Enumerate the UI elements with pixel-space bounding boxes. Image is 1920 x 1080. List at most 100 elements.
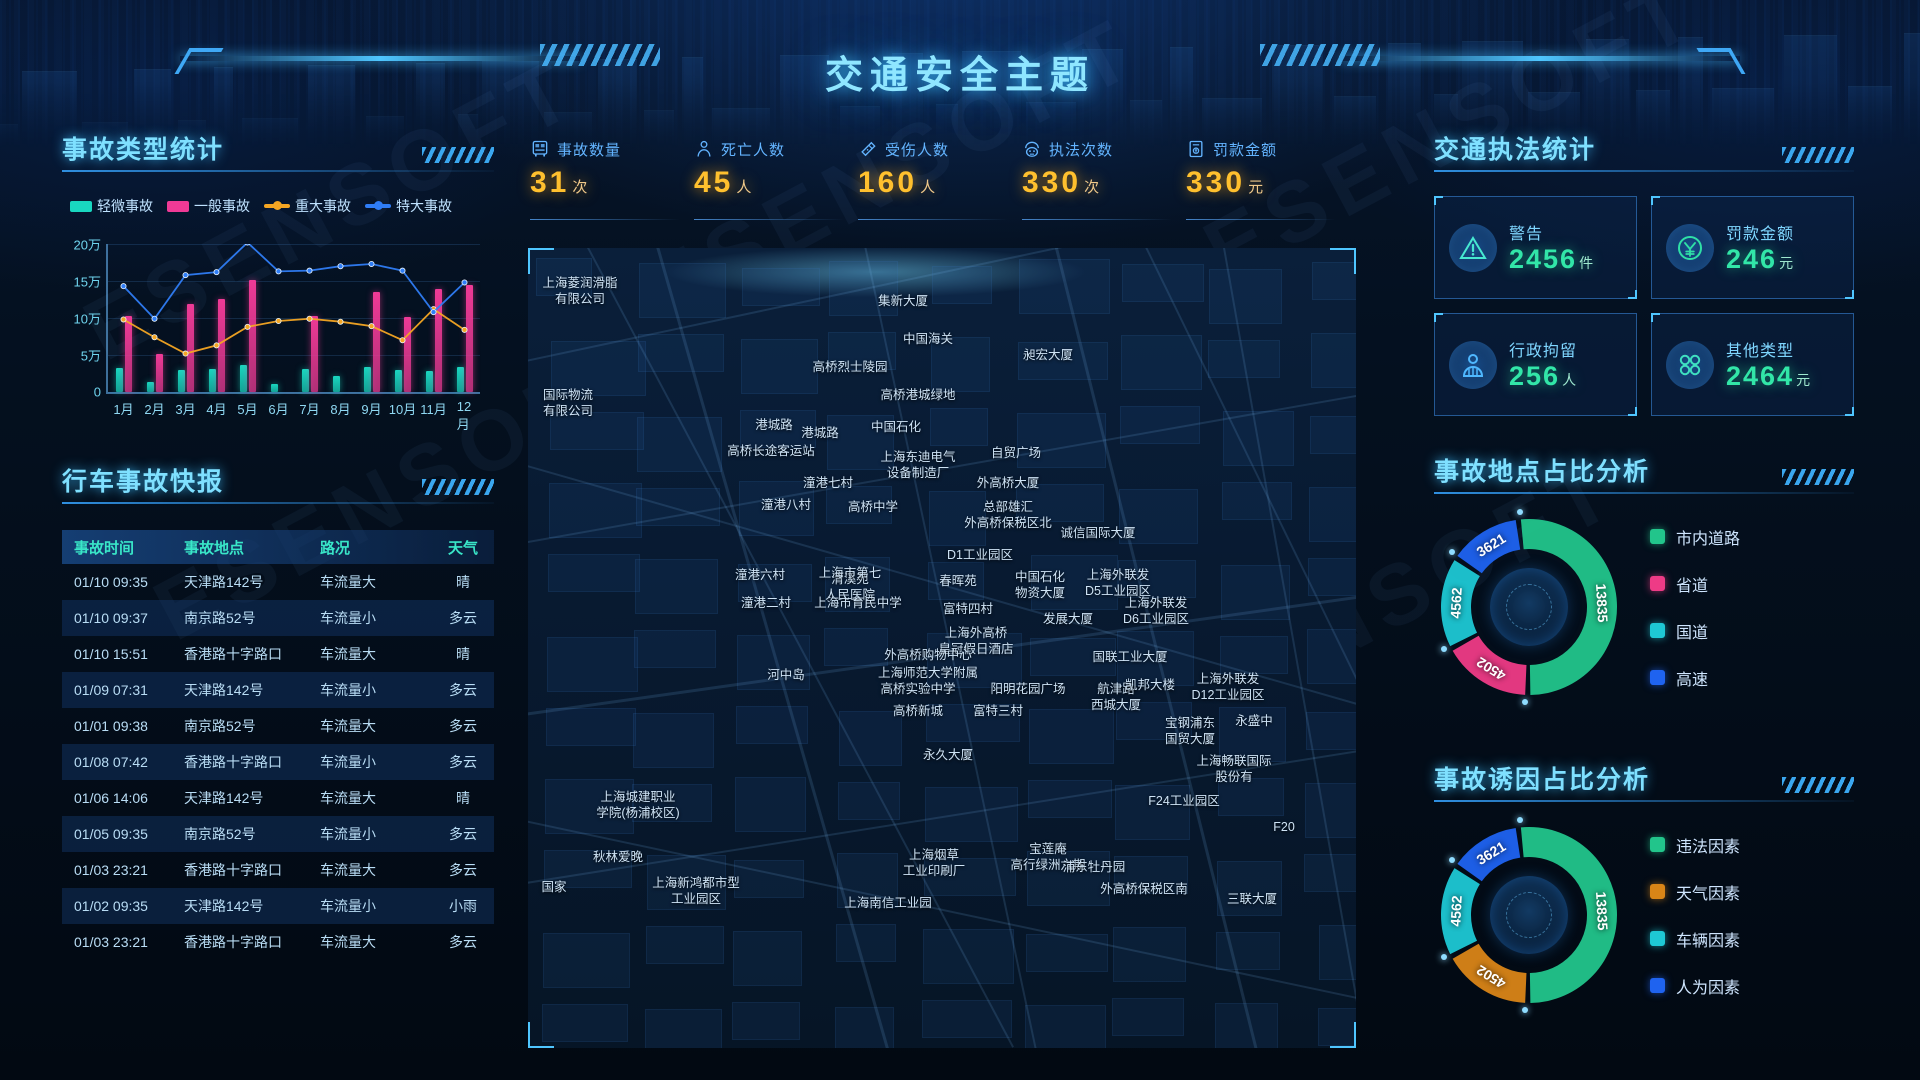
kpi-label: 事故数量: [557, 141, 622, 159]
kpi-header: 受伤人数: [858, 136, 1022, 162]
map-place-label: 河中岛: [767, 668, 805, 682]
table-row[interactable]: 01/03 23:21 香港路十字路口 车流量大 多云: [62, 852, 494, 888]
donut-legend-item[interactable]: 省道: [1650, 572, 1740, 596]
panel-title-enforcement: 交通执法统计: [1434, 130, 1854, 172]
bus-icon: [530, 139, 550, 159]
kpi-header: 罚款金额: [1186, 136, 1350, 162]
enforcement-card-yuan-coin[interactable]: 罚款金额 246 元: [1651, 196, 1854, 299]
table-row[interactable]: 01/06 14:06 天津路142号 车流量大 晴: [62, 780, 494, 816]
enforcement-card-warning-triangle[interactable]: 警告 2456 件: [1434, 196, 1637, 299]
kpi-unit: 人: [920, 179, 936, 196]
enforcement-card-grid: 警告 2456 件罚款金额 246 元行政拘留 256 人其他类型 2464 元: [1434, 196, 1854, 416]
map-block: [1112, 998, 1184, 1036]
donut-legend-item[interactable]: 天气因素: [1650, 880, 1740, 904]
table-cell: 香港路十字路口: [184, 934, 282, 950]
city-map[interactable]: 上海菱润滑脂 有限公司 集新大厦 中国海关 昶宏大厦 高桥烈士陵园 高桥港城绿地 国际物流 …: [528, 248, 1356, 1048]
card-corner: [1845, 407, 1854, 416]
kpi-unit: 次: [1084, 179, 1100, 196]
donut-legend-item[interactable]: 违法因素: [1650, 833, 1740, 857]
chart-bar: [155, 353, 163, 392]
title-slash-decor: [1782, 147, 1854, 163]
card-value-row: 2456 件: [1509, 244, 1595, 275]
map-block: [543, 933, 630, 988]
donut-tick-dot: [1521, 1006, 1528, 1013]
chart-bar: [239, 364, 247, 392]
map-block: [546, 708, 636, 746]
map-block: [1121, 335, 1202, 390]
kpi-value: 330: [1186, 166, 1246, 199]
donut-legend: 市内道路省道国道高速: [1650, 525, 1740, 690]
chart-bar: [372, 292, 380, 392]
table-cell: 01/03 23:21: [74, 862, 148, 878]
table-row[interactable]: 01/01 09:38 南京路52号 车流量大 多云: [62, 708, 494, 744]
title-rule: [1434, 492, 1854, 494]
x-axis-tick: 1月: [113, 402, 134, 417]
kpi-unit: 人: [736, 179, 752, 196]
map-block: [548, 554, 640, 592]
legend-swatch: [167, 200, 189, 212]
kpi-underline: [1186, 219, 1336, 220]
map-block: [1216, 932, 1280, 970]
header-arc-right: [1340, 56, 1740, 61]
donut-legend-item[interactable]: 市内道路: [1650, 525, 1740, 549]
table-cell: 车流量大: [320, 718, 376, 734]
donut-legend-label: 省道: [1676, 577, 1709, 595]
map-place-label: 上海市育民中学: [814, 596, 902, 610]
kpi-bandage: 受伤人数 160 人: [858, 136, 1022, 220]
legend-item[interactable]: 特大事故: [365, 196, 452, 216]
card-value-row: 2464 元: [1726, 361, 1812, 392]
legend-item[interactable]: 一般事故: [167, 196, 250, 216]
map-block: [1028, 780, 1112, 818]
donut-legend-item[interactable]: 国道: [1650, 619, 1740, 643]
map-block: [634, 630, 716, 668]
table-row[interactable]: 01/02 09:35 天津路142号 车流量小 小雨: [62, 888, 494, 924]
donut-legend-swatch: [1650, 623, 1665, 638]
card-value-row: 256 人: [1509, 361, 1578, 392]
table-row[interactable]: 01/08 07:42 香港路十字路口 车流量小 多云: [62, 744, 494, 780]
map-block: [930, 408, 988, 446]
table-row[interactable]: 01/10 09:37 南京路52号 车流量小 多云: [62, 600, 494, 636]
map-place-label: 上海烟草 工业印刷厂: [902, 848, 966, 878]
table-cell: 多云: [449, 862, 477, 878]
donut-legend-item[interactable]: 高速: [1650, 666, 1740, 690]
card-value-row: 246 元: [1726, 244, 1795, 275]
chart-bar: [115, 367, 123, 392]
map-place-label: 国联工业大厦: [1092, 650, 1168, 664]
table-cell: 车流量小: [320, 898, 376, 914]
legend-item[interactable]: 轻微事故: [70, 196, 153, 216]
card-unit: 件: [1579, 255, 1596, 271]
table-row[interactable]: 01/05 09:35 南京路52号 车流量小 多云: [62, 816, 494, 852]
y-axis-tick: 10万: [73, 311, 101, 327]
title-slash-decor: [422, 479, 494, 495]
table-cell: 南京路52号: [184, 610, 256, 626]
table-row[interactable]: 01/09 07:31 天津路142号 车流量小 多云: [62, 672, 494, 708]
kpi-value-row: 31 次: [530, 166, 694, 200]
donut-legend-item[interactable]: 车辆因素: [1650, 927, 1740, 951]
legend-item[interactable]: 重大事故: [264, 196, 351, 216]
map-place-label: 潼港六村: [734, 568, 786, 582]
gridline: [108, 281, 480, 282]
map-block: [547, 637, 638, 692]
map-place-label: 上海师范大学附属: [877, 666, 979, 680]
x-axis-tick: 9月: [361, 402, 382, 417]
map-block: [836, 924, 896, 962]
map-place-label: 三联大厦: [1226, 892, 1278, 906]
map-block: [925, 787, 1018, 842]
table-row[interactable]: 01/10 09:35 天津路142号 车流量大 晴: [62, 564, 494, 600]
table-row[interactable]: 01/03 23:21 香港路十字路口 车流量大 多云: [62, 924, 494, 960]
donut-core: [1490, 876, 1568, 954]
legend-label: 重大事故: [295, 198, 351, 214]
map-place-label: 永久大厦: [922, 748, 974, 762]
donut-legend-item[interactable]: 人为因素: [1650, 974, 1740, 998]
card-text: 警告 2456 件: [1509, 220, 1595, 275]
kpi-label: 执法次数: [1049, 141, 1114, 159]
x-axis-tick: 5月: [237, 402, 258, 417]
enforcement-card-detention[interactable]: 行政拘留 256 人: [1434, 313, 1637, 416]
table-row[interactable]: 01/10 15:51 香港路十字路口 车流量大 晴: [62, 636, 494, 672]
card-text: 其他类型 2464 元: [1726, 337, 1812, 392]
map-place-label: 发展大厦: [1042, 612, 1094, 626]
y-axis-tick: 5万: [80, 348, 101, 364]
card-label: 罚款金额: [1726, 226, 1795, 243]
kpi-value: 330: [1022, 166, 1082, 199]
enforcement-card-other-types[interactable]: 其他类型 2464 元: [1651, 313, 1854, 416]
